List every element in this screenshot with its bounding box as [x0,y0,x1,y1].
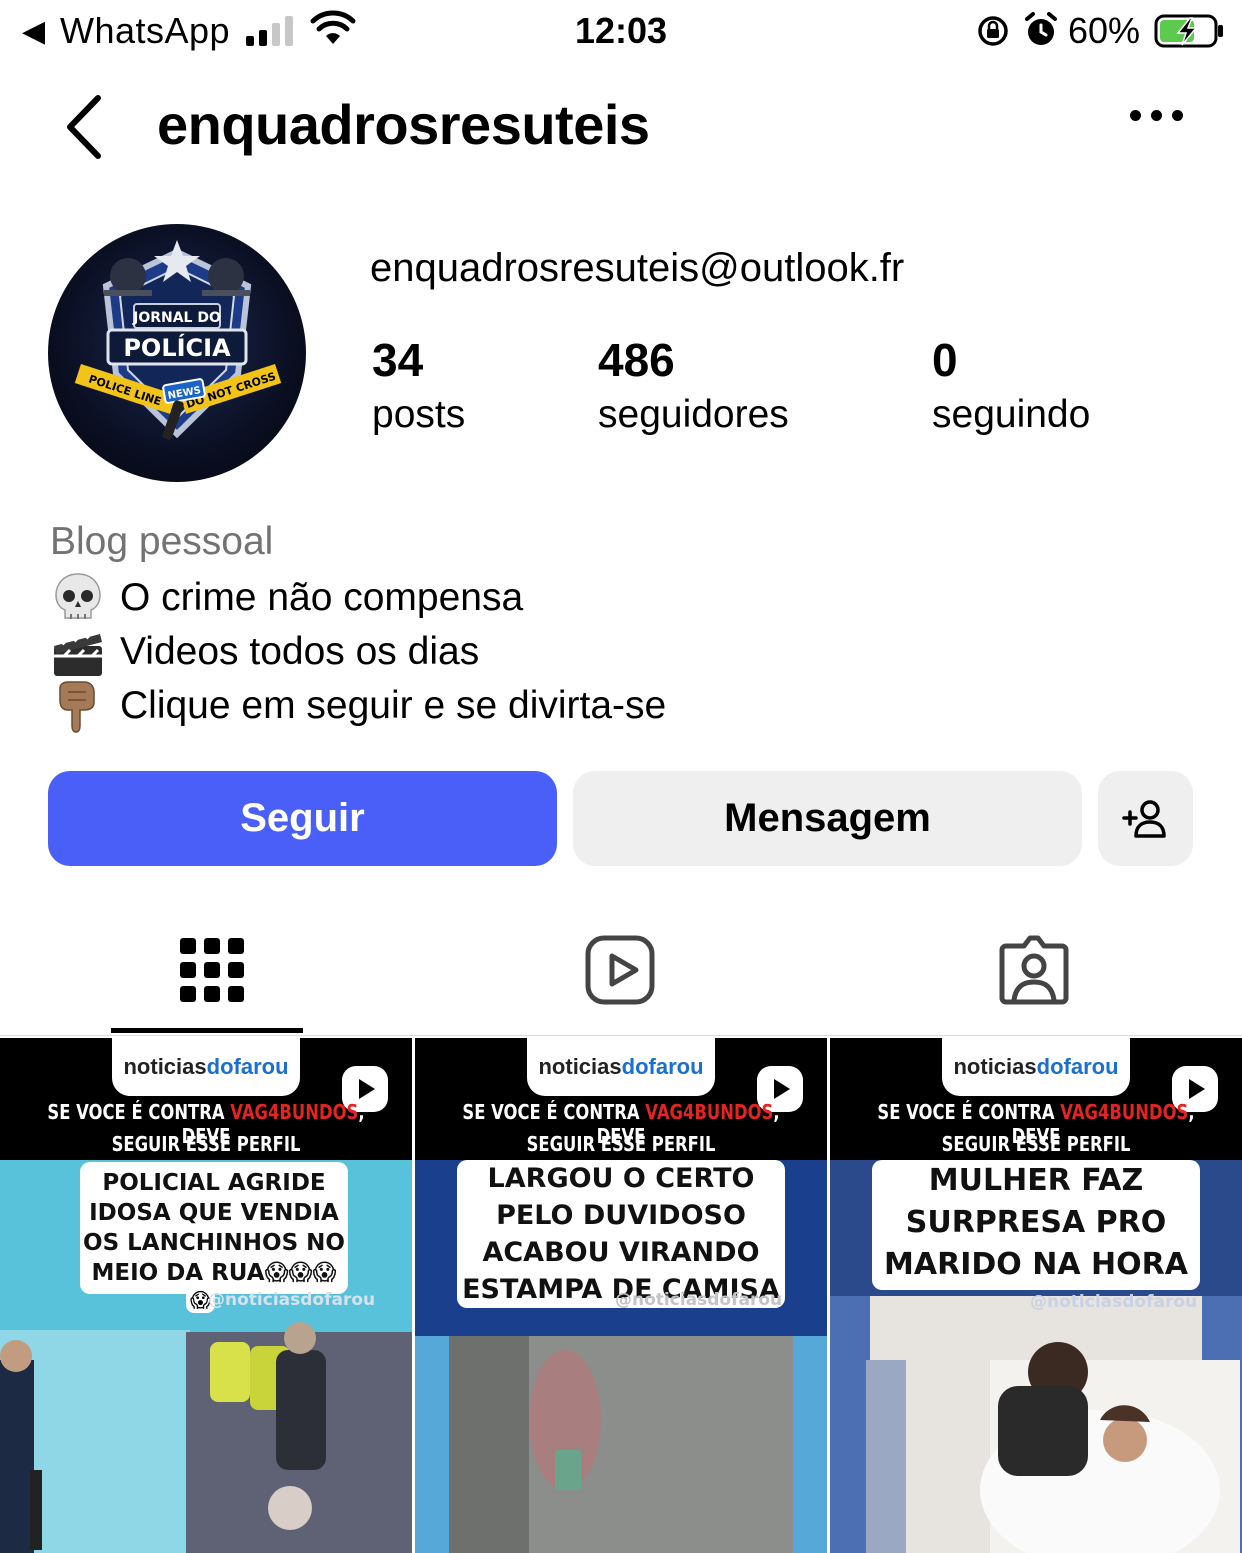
police-badge-logo: JORNAL DO POLÍCIA POLICE LINE DO NOT CRO… [74,240,282,440]
post-source-logo: noticias dofarou [527,1038,715,1096]
posts-label: posts [372,393,466,436]
bio-line: Videos todos os dias [50,624,479,680]
following-count: 0 [932,334,958,386]
profile-category: Blog pessoal [50,520,274,563]
banner-text-red: VAG4BUNDOS [645,1100,774,1124]
banner-text-red: VAG4BUNDOS [230,1100,359,1124]
rotation-lock-icon [978,16,1008,46]
clapper-board-icon [54,630,102,676]
post-banner-line: SEGUIR ESSE PERFIL [941,1132,1131,1156]
bio-text: Clique em seguir e se divirta-se [120,684,667,727]
profile-avatar[interactable]: JORNAL DO POLÍCIA POLICE LINE DO NOT CRO… [48,224,306,482]
logo-text: noticias [538,1054,622,1079]
followers-count: 486 [598,334,675,386]
post-thumbnail[interactable]: noticias dofarou SE VOCE É CONTRA VAG4BUN… [415,1038,827,1553]
post-caption-box: LARGOU O CERTO PELO DUVIDOSO ACABOU VIRA… [457,1160,785,1308]
bio-line: Clique em seguir e se divirta-se [50,678,666,734]
status-bar: ◀ WhatsApp 12:03 60% [0,0,1242,64]
post-source-logo: noticias dofarou [112,1038,300,1096]
caption-line: IDOSA QUE VENDIA [89,1200,339,1226]
post-thumbnail[interactable]: noticias dofarou SE VOCE É CONTRA VAG4BUN… [0,1038,412,1553]
more-dot [1172,110,1183,121]
caption-line: OS LANCHINHOS NO [83,1230,345,1256]
tagged-icon[interactable] [998,934,1070,1006]
more-options-button[interactable] [1130,110,1183,121]
bio-text: Videos todos os dias [120,630,480,673]
message-button[interactable]: Mensagem [573,771,1082,866]
active-tab-indicator [111,1028,303,1033]
add-user-icon [1121,799,1166,838]
battery-charging-icon [1154,14,1223,48]
pointing-down-icon [59,681,95,733]
banner-text-red: VAG4BUNDOS [1060,1100,1189,1124]
bio-line: O crime não compensa [50,570,523,626]
logo-text: noticias [123,1054,207,1079]
post-watermark: @noticiasdofarou [615,1290,783,1310]
caption-line: PELO DUVIDOSO [496,1200,746,1231]
caption-line: MARIDO NA HORA [884,1247,1188,1282]
caption-line: MULHER FAZ [928,1163,1144,1198]
banner-text: SE VOCE É CONTRA [462,1100,646,1124]
more-dot [1151,110,1162,121]
alarm-icon [1025,12,1057,45]
post-caption-box: POLICIAL AGRIDE IDOSA QUE VENDIA OS LANC… [80,1162,348,1294]
posts-stat[interactable]: 34 posts [372,332,465,442]
reels-icon[interactable] [584,934,656,1006]
logo-text-accent: dofarou [206,1054,289,1079]
more-dot [1130,110,1141,121]
back-button[interactable] [60,94,110,160]
post-banner-line: SEGUIR ESSE PERFIL [111,1132,301,1156]
caption-line: SURPRESA PRO [905,1205,1167,1240]
tab-divider [0,1035,1242,1036]
followers-label: seguidores [598,393,789,436]
avatar-text-top: JORNAL DO [132,310,221,326]
post-watermark: @noticiasdofarou [1030,1292,1198,1312]
post-caption-box: MULHER FAZ SURPRESA PRO MARIDO NA HORA [872,1160,1200,1290]
logo-text-accent: dofarou [1036,1054,1119,1079]
posts-count: 34 [372,334,424,386]
follow-button[interactable]: Seguir [48,771,557,866]
banner-text: SE VOCE É CONTRA [47,1100,231,1124]
logo-text-accent: dofarou [621,1054,704,1079]
caption-line: LARGOU O CERTO [487,1163,755,1194]
avatar-text-main: POLÍCIA [123,333,231,362]
post-source-logo: noticias dofarou [942,1038,1130,1096]
add-user-button[interactable] [1098,771,1193,866]
profile-username-title: enquadrosresuteis [157,93,650,156]
caption-line: MEIO DA RUA😱😱😱 [91,1260,337,1286]
profile-display-name: enquadrosresuteis@outlook.fr [370,246,905,290]
followers-stat[interactable]: 486 seguidores [598,332,789,442]
following-label: seguindo [932,393,1091,436]
skull-icon [55,573,101,619]
post-watermark: @noticiasdofarou [208,1290,376,1310]
caption-line: ACABOU VIRANDO [482,1237,760,1268]
grid-icon[interactable] [176,934,248,1006]
bio-text: O crime não compensa [120,576,524,619]
battery-percent: 60% [1068,10,1141,51]
logo-text: noticias [953,1054,1037,1079]
post-thumbnail[interactable]: noticias dofarou SE VOCE É CONTRA VAG4BUN… [830,1038,1242,1553]
banner-text: SE VOCE É CONTRA [877,1100,1061,1124]
caption-line: POLICIAL AGRIDE [102,1170,326,1196]
following-stat[interactable]: 0 seguindo [932,332,1090,442]
post-banner-line: SEGUIR ESSE PERFIL [526,1132,716,1156]
